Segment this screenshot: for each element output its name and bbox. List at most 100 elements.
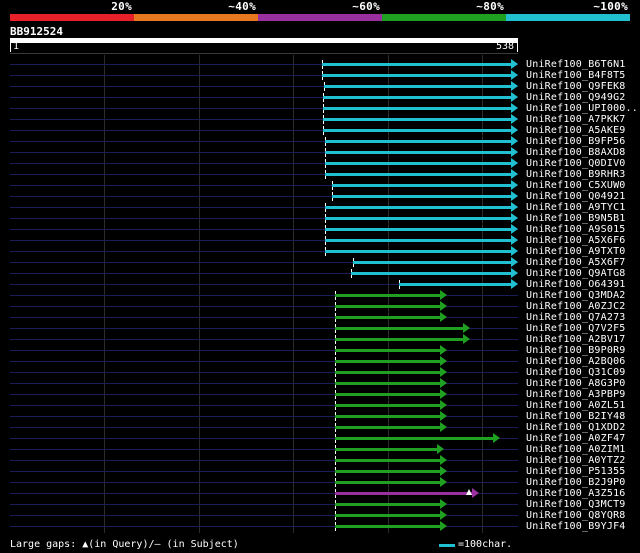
hit-label-link[interactable]: UniRef100_Q0DIV0	[526, 158, 626, 169]
hit-alignment-bar[interactable]	[325, 206, 511, 209]
hit-alignment-bar[interactable]	[335, 305, 440, 308]
hit-label-link[interactable]: UniRef100_A0ZIM1	[526, 444, 626, 455]
hit-alignment-bar[interactable]	[351, 272, 511, 275]
hit-alignment-bar[interactable]	[335, 382, 440, 385]
hit-label-link[interactable]: UniRef100_Q1XDD2	[526, 422, 626, 433]
hit-alignment-bar[interactable]	[335, 492, 472, 495]
hit-label-link[interactable]: UniRef100_A9TYC1	[526, 202, 626, 213]
hit-label-link[interactable]: UniRef100_A5X6F7	[526, 257, 626, 268]
hit-alignment-bar[interactable]	[335, 371, 440, 374]
hit-label-link[interactable]: UniRef100_B9YJF4	[526, 521, 626, 532]
hit-label-link[interactable]: UniRef100_B8AXD8	[526, 147, 626, 158]
hit-label-link[interactable]: UniRef100_Q9FEK8	[526, 81, 626, 92]
hit-alignment-bar[interactable]	[335, 327, 463, 330]
hit-label-link[interactable]: UniRef100_Q3MCT9	[526, 499, 626, 510]
hit-label-link[interactable]: UniRef100_Q04921	[526, 191, 626, 202]
hit-label-link[interactable]: UniRef100_A3Z516	[526, 488, 626, 499]
ruler-end-label: 538	[496, 41, 515, 52]
hit-label-link[interactable]: UniRef100_B9RHR3	[526, 169, 626, 180]
hit-alignment-bar[interactable]	[325, 250, 511, 253]
hit-alignment-bar[interactable]	[335, 514, 440, 517]
hit-alignment-bar[interactable]	[335, 426, 440, 429]
hit-label-link[interactable]: UniRef100_B9P0R9	[526, 345, 626, 356]
hit-alignment-bar[interactable]	[325, 151, 511, 154]
hit-alignment-bar[interactable]	[335, 503, 440, 506]
hit-alignment-bar[interactable]	[322, 74, 511, 77]
hit-label-link[interactable]: UniRef100_B2J9P0	[526, 477, 626, 488]
hit-row: UniRef100_UPI000..	[0, 103, 640, 114]
hit-alignment-bar[interactable]	[335, 349, 440, 352]
hit-arrow-icon	[511, 136, 518, 146]
hit-label-link[interactable]: UniRef100_C5XUW0	[526, 180, 626, 191]
hit-alignment-bar[interactable]	[335, 525, 440, 528]
hit-alignment-bar[interactable]	[335, 316, 440, 319]
hit-label-link[interactable]: UniRef100_B4F8T5	[526, 70, 626, 81]
hit-label-link[interactable]: UniRef100_B6T6N1	[526, 59, 626, 70]
hit-label-link[interactable]: UniRef100_A7PKK7	[526, 114, 626, 125]
hit-label-link[interactable]: UniRef100_Q7V2F5	[526, 323, 626, 334]
hit-label-link[interactable]: UniRef100_B2IY48	[526, 411, 626, 422]
hit-alignment-bar[interactable]	[323, 129, 511, 132]
hit-arrow-icon	[511, 224, 518, 234]
hit-alignment-bar[interactable]	[325, 228, 511, 231]
hit-label-link[interactable]: UniRef100_A9TXT0	[526, 246, 626, 257]
hit-alignment-bar[interactable]	[323, 107, 511, 110]
hit-alignment-bar[interactable]	[335, 448, 438, 451]
hit-alignment-bar[interactable]	[399, 283, 511, 286]
hit-arrow-icon	[511, 169, 518, 179]
hit-alignment-bar[interactable]	[323, 96, 511, 99]
hit-label-link[interactable]: UniRef100_A5AKE9	[526, 125, 626, 136]
hit-alignment-bar[interactable]	[324, 85, 511, 88]
hit-alignment-bar[interactable]	[335, 459, 440, 462]
hit-label-link[interactable]: UniRef100_O64391	[526, 279, 626, 290]
hit-arrow-icon	[440, 290, 447, 300]
hit-alignment-bar[interactable]	[325, 162, 511, 165]
hit-label-link[interactable]: UniRef100_Q3MDA2	[526, 290, 626, 301]
hit-row: UniRef100_B9N5B1	[0, 213, 640, 224]
hit-alignment-bar[interactable]	[335, 294, 440, 297]
hit-alignment-bar[interactable]	[332, 195, 511, 198]
hit-arrow-icon	[440, 367, 447, 377]
hit-alignment-bar[interactable]	[335, 470, 440, 473]
hit-alignment-bar[interactable]	[335, 338, 463, 341]
hit-label-link[interactable]: UniRef100_A0ZF47	[526, 433, 626, 444]
legend-color-bar	[10, 14, 630, 21]
hit-label-link[interactable]: UniRef100_Q31C09	[526, 367, 626, 378]
hit-label-link[interactable]: UniRef100_A2BQ06	[526, 356, 626, 367]
hit-alignment-bar[interactable]	[325, 173, 511, 176]
hit-label-link[interactable]: UniRef100_A5X6F6	[526, 235, 626, 246]
legend-label: 20%	[111, 0, 132, 13]
hit-label-link[interactable]: UniRef100_A0ZJC2	[526, 301, 626, 312]
hit-arrow-icon	[440, 378, 447, 388]
hit-label-link[interactable]: UniRef100_UPI000..	[526, 103, 638, 114]
hit-label-link[interactable]: UniRef100_Q949G2	[526, 92, 626, 103]
hit-label-link[interactable]: UniRef100_A0ZL51	[526, 400, 626, 411]
hit-alignment-bar[interactable]	[322, 63, 511, 66]
hit-label-link[interactable]: UniRef100_Q7A273	[526, 312, 626, 323]
hit-alignment-bar[interactable]	[335, 393, 440, 396]
hit-alignment-bar[interactable]	[335, 481, 440, 484]
hit-label-link[interactable]: UniRef100_A0YTZ2	[526, 455, 626, 466]
hit-alignment-bar[interactable]	[335, 437, 493, 440]
hit-label-link[interactable]: UniRef100_A3PBP9	[526, 389, 626, 400]
hit-alignment-bar[interactable]	[335, 360, 440, 363]
hit-alignment-bar[interactable]	[325, 239, 511, 242]
hit-arrow-icon	[440, 356, 447, 366]
hit-label-link[interactable]: UniRef100_Q8YQR8	[526, 510, 626, 521]
hit-alignment-bar[interactable]	[332, 184, 511, 187]
hit-label-link[interactable]: UniRef100_B9FP56	[526, 136, 626, 147]
hit-alignment-bar[interactable]	[335, 404, 440, 407]
hit-label-link[interactable]: UniRef100_A2BV17	[526, 334, 626, 345]
hit-alignment-bar[interactable]	[325, 140, 511, 143]
hit-alignment-bar[interactable]	[353, 261, 511, 264]
hit-label-link[interactable]: UniRef100_Q9ATG8	[526, 268, 626, 279]
hit-label-link[interactable]: UniRef100_A9S015	[526, 224, 626, 235]
hit-label-link[interactable]: UniRef100_B9N5B1	[526, 213, 626, 224]
hit-alignment-bar[interactable]	[335, 415, 440, 418]
hit-alignment-bar[interactable]	[325, 217, 511, 220]
hit-arrow-icon	[463, 323, 470, 333]
hit-arrow-icon	[511, 125, 518, 135]
hit-label-link[interactable]: UniRef100_P51355	[526, 466, 626, 477]
hit-alignment-bar[interactable]	[323, 118, 511, 121]
hit-label-link[interactable]: UniRef100_A8G3P0	[526, 378, 626, 389]
